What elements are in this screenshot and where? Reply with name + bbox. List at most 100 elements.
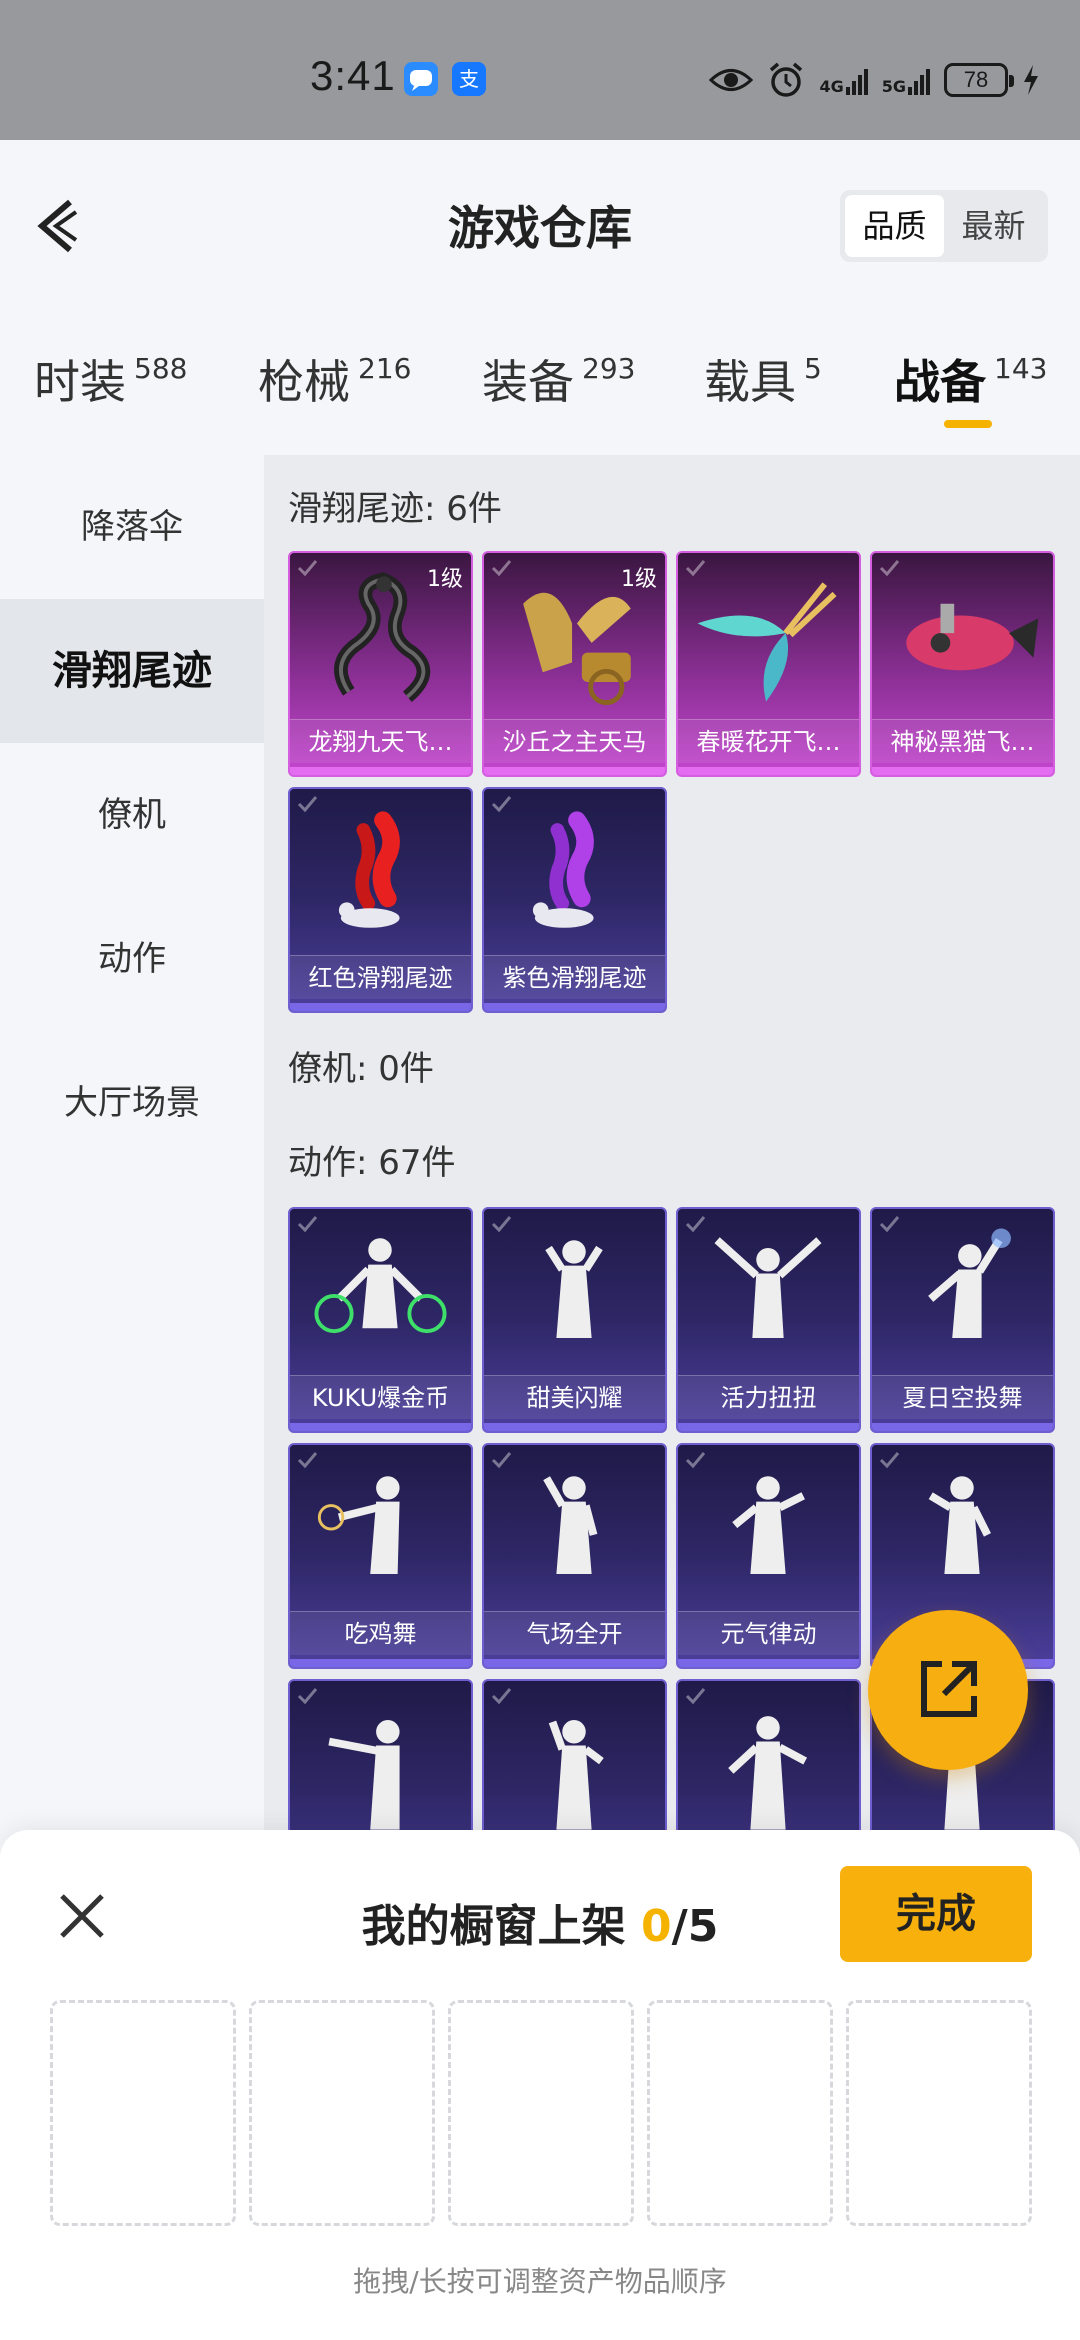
emote-card[interactable]: KUKU爆金币 [288, 1207, 473, 1433]
rarity-bar [678, 1659, 859, 1667]
purple-smoke-trail-icon [532, 811, 594, 928]
item-card[interactable]: 1级 龙翔九天飞… [288, 551, 473, 777]
item-card[interactable]: 春暖花开飞… [676, 551, 861, 777]
eye-icon [709, 69, 754, 91]
item-name: 夏日空投舞 [872, 1375, 1053, 1419]
dancer-icon [732, 1476, 805, 1575]
sheet-title-text: 我的橱窗上架 [361, 1901, 641, 1952]
dancer-money-icon [314, 1238, 447, 1334]
item-name: 吃鸡舞 [290, 1611, 471, 1655]
showcase-slot[interactable] [50, 2000, 236, 2226]
item-name: 龙翔九天飞… [290, 719, 471, 763]
showcase-slot[interactable] [249, 2000, 435, 2226]
dancer-icon [543, 1476, 598, 1575]
alarm-icon [770, 62, 803, 97]
rarity-bar [290, 767, 471, 775]
charging-icon [1024, 65, 1038, 95]
rarity-bar [484, 767, 665, 775]
tab-fashion[interactable]: 时装 588 [34, 346, 187, 412]
alipay-icon: 支 [452, 62, 486, 96]
sidebar-item-emote[interactable]: 动作 [0, 887, 264, 1031]
status-right: 4G 5G 78 [709, 58, 1040, 102]
item-name: 甜美闪耀 [484, 1375, 665, 1419]
item-card[interactable]: 1级 沙丘之主天马 [482, 551, 667, 777]
sidebar-item-wingman[interactable]: 僚机 [0, 743, 264, 887]
item-name: 紫色滑翔尾迹 [484, 955, 665, 999]
active-tab-indicator [944, 420, 992, 428]
close-icon [60, 1894, 104, 1938]
status-time: 3:41 [310, 52, 396, 99]
item-name: 元气律动 [678, 1611, 859, 1655]
emote-card[interactable]: 吃鸡舞 [288, 1443, 473, 1669]
black-cat-glider-icon [906, 603, 1039, 671]
item-name: 春暖花开飞… [678, 719, 859, 763]
section-title-wingman: 僚机: 0件 [288, 1049, 434, 1089]
rarity-bar [872, 767, 1053, 775]
share-button[interactable] [868, 1610, 1028, 1770]
rarity-bar [484, 1659, 665, 1667]
item-name: 气场全开 [484, 1611, 665, 1655]
rarity-bar [872, 1423, 1053, 1431]
showcase-sheet: 我的橱窗上架 0/5 完成 拖拽/长按可调整资产物品顺序 [0, 1830, 1080, 2340]
emote-card[interactable]: 元气律动 [676, 1443, 861, 1669]
emote-card[interactable]: 活力扭扭 [676, 1207, 861, 1433]
tab-battle-gear[interactable]: 战备 143 [894, 346, 1047, 412]
section-title-trails: 滑翔尾迹: 6件 [288, 489, 502, 529]
section-title-emotes: 动作: 67件 [288, 1143, 456, 1183]
sort-toggle: 品质 最新 [840, 190, 1048, 262]
item-card[interactable]: 神秘黑猫飞… [870, 551, 1055, 777]
rarity-bar [484, 1423, 665, 1431]
dancer-crosshair-icon [317, 1476, 400, 1575]
sidebar-item-lobby-scene[interactable]: 大厅场景 [0, 1031, 264, 1175]
signal-5g: 5G [882, 65, 930, 95]
dancer-icon [548, 1720, 604, 1830]
chevron-left-icon [37, 199, 78, 253]
sidebar: 降落伞 滑翔尾迹 僚机 动作 大厅场景 [0, 455, 264, 1855]
header: 游戏仓库 品质 最新 [0, 140, 1080, 310]
red-smoke-trail-icon [338, 811, 400, 928]
rarity-bar [290, 1003, 471, 1011]
tab-vehicles[interactable]: 载具 5 [704, 346, 822, 412]
showcase-slot[interactable] [647, 2000, 833, 2226]
emote-card[interactable]: 气场全开 [482, 1443, 667, 1669]
showcase-slot[interactable] [846, 2000, 1032, 2226]
showcase-slot[interactable] [448, 2000, 634, 2226]
sort-newest-button[interactable]: 最新 [944, 195, 1043, 257]
sidebar-item-parachute[interactable]: 降落伞 [0, 455, 264, 599]
dancer-icon [728, 1716, 808, 1830]
sidebar-item-glide-trail[interactable]: 滑翔尾迹 [0, 599, 264, 743]
tab-guns[interactable]: 枪械 216 [258, 346, 411, 412]
rarity-bar [484, 1003, 665, 1011]
dancer-icon [928, 1228, 1011, 1339]
pegasus-chariot-icon [523, 592, 631, 706]
drag-hint: 拖拽/长按可调整资产物品顺序 [353, 2265, 727, 2298]
battery-indicator: 78 [944, 63, 1014, 97]
showcase-count: 0 [641, 1901, 672, 1952]
item-name: KUKU爆金币 [290, 1375, 471, 1419]
emote-card[interactable] [288, 1679, 473, 1855]
done-button[interactable]: 完成 [840, 1866, 1032, 1962]
emote-card[interactable]: 甜美闪耀 [482, 1207, 667, 1433]
close-button[interactable] [52, 1886, 112, 1946]
rarity-bar [290, 1659, 471, 1667]
share-icon [921, 1661, 977, 1717]
rarity-bar [678, 1423, 859, 1431]
sort-quality-button[interactable]: 品质 [845, 195, 944, 257]
category-tabs: 时装 588 枪械 216 装备 293 载具 5 战备 143 [0, 310, 1080, 455]
item-card[interactable]: 红色滑翔尾迹 [288, 787, 473, 1013]
dancer-icon [545, 1240, 603, 1339]
back-button[interactable] [30, 196, 90, 256]
item-name: 活力扭扭 [678, 1375, 859, 1419]
dancer-icon [328, 1720, 400, 1830]
tab-equipment[interactable]: 装备 293 [482, 346, 635, 412]
message-app-icon [404, 62, 438, 96]
rarity-bar [678, 767, 859, 775]
emote-card[interactable]: 夏日空投舞 [870, 1207, 1055, 1433]
emote-card[interactable] [676, 1679, 861, 1855]
item-card[interactable]: 紫色滑翔尾迹 [482, 787, 667, 1013]
signal-4g: 4G [819, 65, 868, 95]
dragon-icon [334, 572, 431, 702]
showcase-max: /5 [671, 1901, 719, 1952]
emote-card[interactable] [482, 1679, 667, 1855]
item-name: 红色滑翔尾迹 [290, 955, 471, 999]
